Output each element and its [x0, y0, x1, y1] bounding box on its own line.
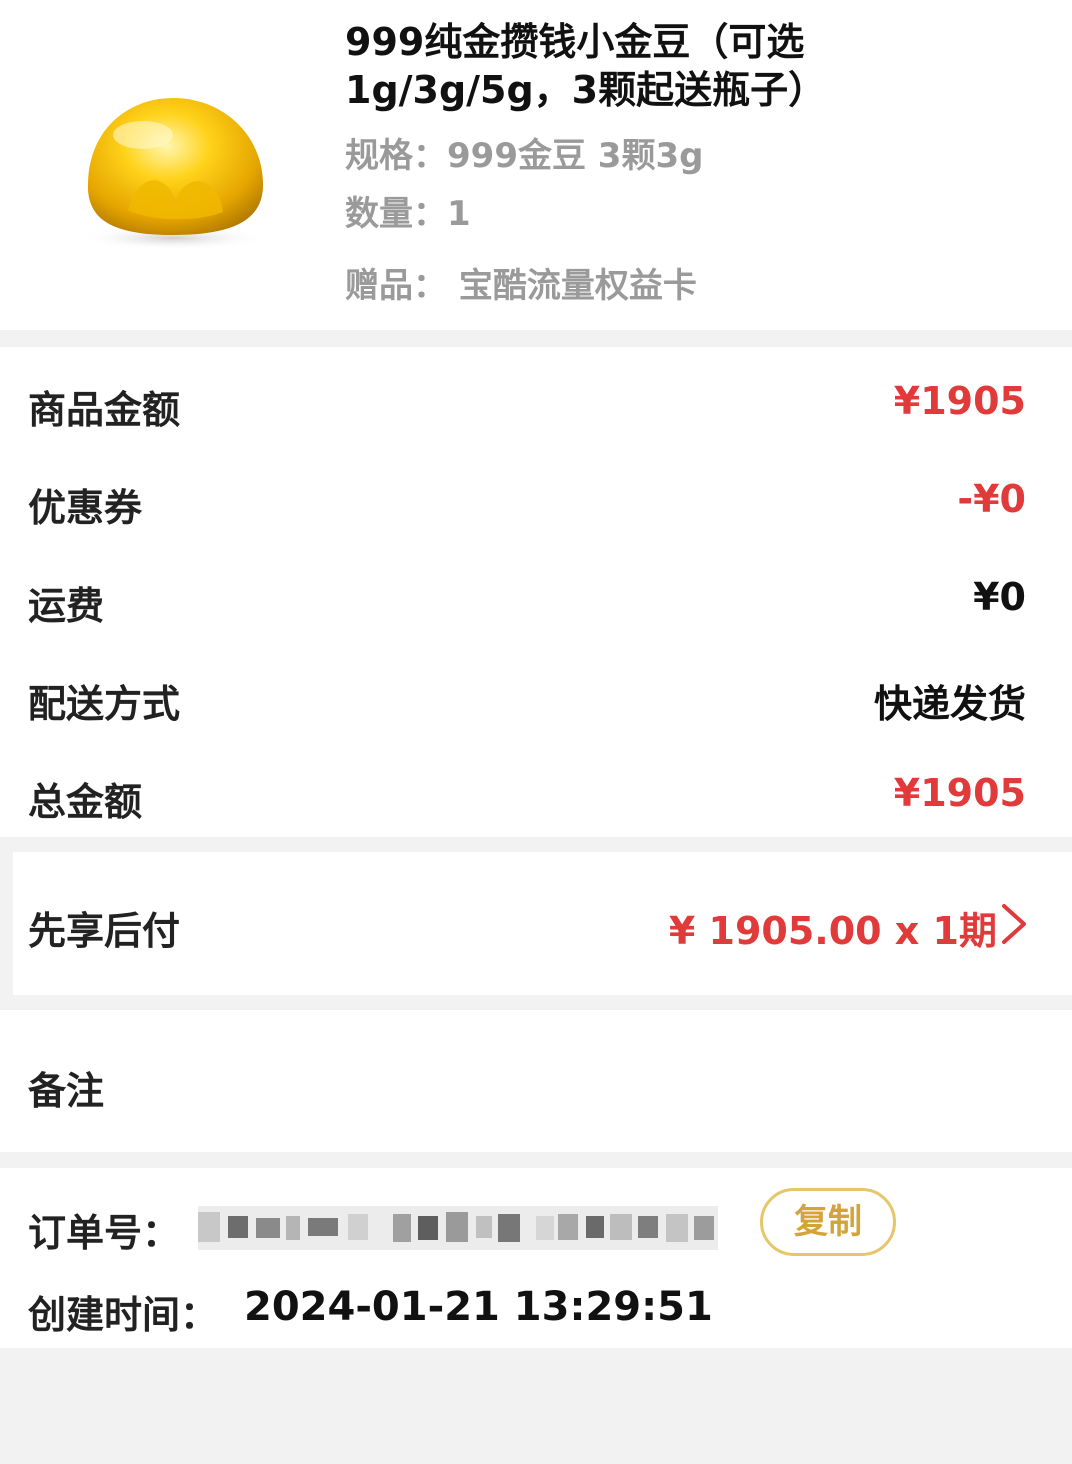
order-number-redacted [198, 1206, 718, 1250]
chevron-right-icon[interactable] [996, 902, 1030, 946]
order-number-label: 订单号： [28, 1211, 181, 1255]
summary-row-total: 总金额 ¥1905 [0, 749, 1072, 847]
summary-value: -¥0 [957, 477, 1026, 521]
summary-row-coupon[interactable]: 优惠券 -¥0 [0, 455, 1072, 553]
product-gift: 赠品： 宝酷流量权益卡 [345, 266, 697, 306]
summary-value: ¥0 [973, 575, 1026, 619]
remark-label: 备注 [28, 1069, 105, 1113]
remark-row[interactable]: 备注 [0, 1010, 1072, 1152]
created-time-value: 2024-01-21 13:29:51 [244, 1284, 713, 1330]
summary-label: 总金额 [28, 780, 143, 824]
price-summary: 商品金额 ¥1905 优惠券 -¥0 运费 ¥0 配送方式 快递发货 总金额 ¥… [0, 347, 1072, 837]
summary-label: 配送方式 [28, 682, 181, 726]
pay-later-label: 先享后付 [28, 909, 181, 953]
product-quantity: 数量：1 [345, 194, 471, 234]
summary-label: 优惠券 [28, 486, 143, 530]
summary-label: 商品金额 [28, 388, 181, 432]
gold-bean-image [78, 98, 268, 250]
product-title-line2: 1g/3g/5g，3颗起送瓶子） [345, 68, 827, 112]
copy-button[interactable]: 复制 [760, 1188, 896, 1256]
summary-value: ¥1905 [893, 771, 1026, 815]
pay-later-row[interactable]: 先享后付 ¥ 1905.00 x 1期 [13, 852, 1072, 995]
summary-row-goods-amount: 商品金额 ¥1905 [0, 357, 1072, 455]
product-card[interactable]: 999纯金攒钱小金豆（可选 1g/3g/5g，3颗起送瓶子） 规格：999金豆 … [0, 0, 1072, 330]
product-spec: 规格：999金豆 3颗3g [345, 136, 704, 176]
created-time-label: 创建时间： [28, 1293, 219, 1337]
summary-value: 快递发货 [873, 682, 1026, 726]
summary-value: ¥1905 [893, 379, 1026, 423]
order-info: 订单号： 复制 创建时间： 2024-01-21 13:29:51 [0, 1168, 1072, 1348]
summary-label: 运费 [28, 584, 105, 628]
product-title-line1: 999纯金攒钱小金豆（可选 [345, 20, 805, 64]
product-title[interactable]: 999纯金攒钱小金豆（可选 1g/3g/5g，3颗起送瓶子） [345, 18, 945, 114]
summary-row-shipping: 运费 ¥0 [0, 553, 1072, 651]
pay-later-value: ¥ 1905.00 x 1期 [668, 909, 997, 953]
summary-row-delivery: 配送方式 快递发货 [0, 651, 1072, 749]
